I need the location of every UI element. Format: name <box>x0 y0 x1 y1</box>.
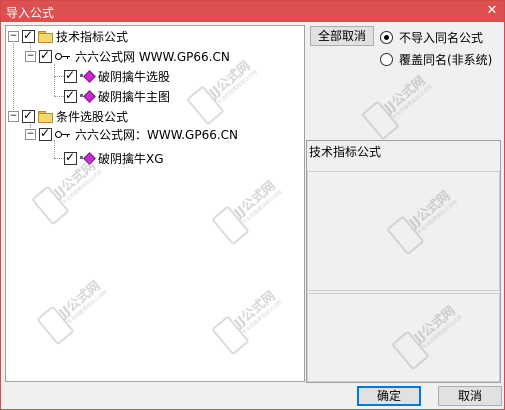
folder-icon <box>38 110 53 123</box>
tree-node-label: 技术指标公式 <box>56 29 129 44</box>
tree-connector <box>54 96 64 97</box>
check-mark-icon: ✓ <box>65 67 76 82</box>
collapse-toggle[interactable]: − <box>25 50 36 62</box>
radio-label: 覆盖同名(非系统) <box>399 53 493 67</box>
radio-selected-dot <box>384 35 389 40</box>
radio-no-import[interactable]: 不导入同名公式 <box>380 29 483 46</box>
formula-info-panel: 技术指标公式 <box>306 140 501 383</box>
key-icon <box>55 130 71 139</box>
tree-node-formula[interactable]: ✓ 破阴擒牛XG <box>64 149 164 167</box>
radio-label: 不导入同名公式 <box>399 31 484 45</box>
formula-type-text: 技术指标公式 <box>309 145 382 159</box>
collapse-toggle[interactable]: − <box>25 128 36 140</box>
formula-icon <box>80 90 96 103</box>
ok-button[interactable]: 确定 <box>357 386 421 406</box>
checkbox[interactable]: ✓ <box>64 149 77 165</box>
check-mark-icon: ✓ <box>65 87 76 102</box>
collapse-toggle[interactable]: − <box>8 110 19 122</box>
tree-node-label: 六六公式网：WWW.GP66.CN <box>75 127 239 142</box>
checkbox[interactable]: ✓ <box>22 107 35 123</box>
radio-button[interactable] <box>380 53 393 66</box>
checkbox[interactable]: ✓ <box>22 27 35 43</box>
tree-node-formula[interactable]: ✓ 破阴擒牛主图 <box>64 87 170 105</box>
tree-node-label: 破阴擒牛主图 <box>98 89 171 104</box>
close-button[interactable]: ✕ <box>482 2 502 20</box>
check-mark-icon: ✓ <box>65 149 76 164</box>
formula-icon <box>80 70 96 83</box>
checkbox[interactable]: ✓ <box>39 125 52 141</box>
formula-tree: − ✓ 技术指标公式 − ✓ 六六公式网 WWW.GP66.CN ✓ 破阴擒牛选… <box>5 25 305 382</box>
tree-node-label: 条件选股公式 <box>56 109 129 124</box>
tree-node-label: 破阴擒牛选股 <box>98 69 171 84</box>
tree-connector <box>54 64 55 96</box>
cancel-all-button[interactable]: 全部取消 <box>310 26 374 46</box>
tree-node-label: 破阴擒牛XG <box>98 151 164 166</box>
import-formula-dialog: 导入公式 ✕ − ✓ 技术指标公式 − ✓ 六六公式网 WWW.GP66.CN … <box>0 0 505 410</box>
check-mark-icon: ✓ <box>40 47 51 62</box>
check-mark-icon: ✓ <box>23 27 34 42</box>
tree-node-group[interactable]: − ✓ 技术指标公式 <box>8 27 128 45</box>
key-icon <box>55 52 71 61</box>
tree-connector <box>54 158 64 159</box>
title-bar: 导入公式 ✕ <box>1 1 504 22</box>
check-mark-icon: ✓ <box>23 107 34 122</box>
tree-node-group[interactable]: − ✓ 条件选股公式 <box>8 107 128 125</box>
cancel-button[interactable]: 取消 <box>438 386 502 406</box>
checkbox[interactable]: ✓ <box>64 87 77 103</box>
collapse-toggle[interactable]: − <box>8 30 19 42</box>
tree-connector <box>54 76 64 77</box>
tree-node-source[interactable]: − ✓ 六六公式网：WWW.GP66.CN <box>25 125 238 143</box>
radio-overwrite[interactable]: 覆盖同名(非系统) <box>380 51 492 68</box>
window-title: 导入公式 <box>6 6 55 20</box>
formula-description-box <box>307 171 500 291</box>
watermark: JJ公式网 专业的股票指标公式网 <box>358 71 435 146</box>
checkbox[interactable]: ✓ <box>64 67 77 83</box>
radio-button[interactable] <box>380 31 393 44</box>
formula-detail-box <box>307 293 500 382</box>
checkbox[interactable]: ✓ <box>39 47 52 63</box>
tree-node-label: 六六公式网 WWW.GP66.CN <box>75 49 230 64</box>
tree-node-formula[interactable]: ✓ 破阴擒牛选股 <box>64 67 170 85</box>
folder-icon <box>38 30 53 43</box>
check-mark-icon: ✓ <box>40 125 51 140</box>
tree-node-source[interactable]: − ✓ 六六公式网 WWW.GP66.CN <box>25 47 230 65</box>
formula-icon <box>80 152 96 165</box>
